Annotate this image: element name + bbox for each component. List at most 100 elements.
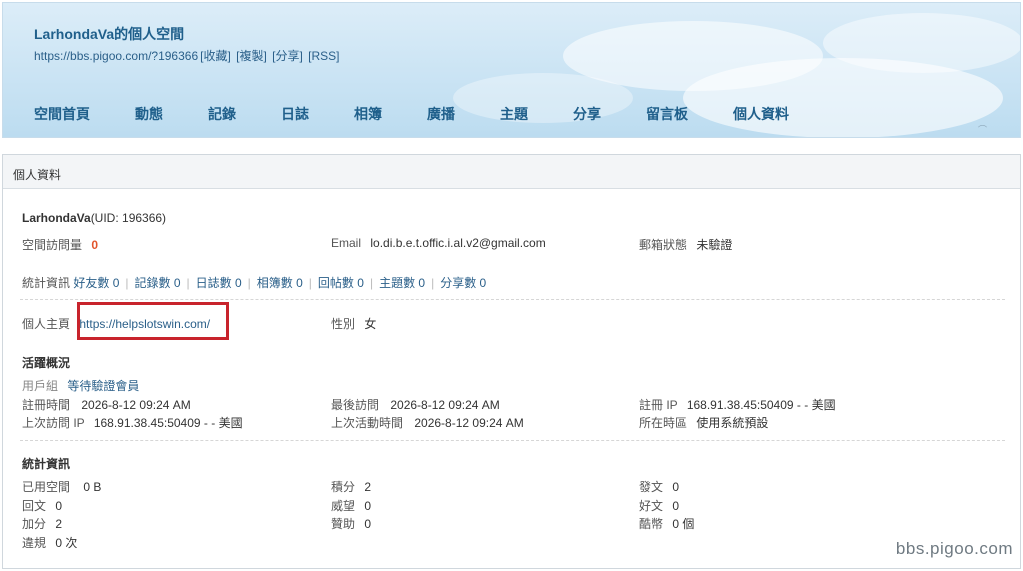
points-label: 積分 bbox=[331, 480, 356, 494]
albums-count-link[interactable]: 相簿數 0 bbox=[257, 276, 303, 290]
divider bbox=[20, 440, 1005, 441]
stats-title: 統計資訊 bbox=[22, 457, 71, 471]
bonus-value: 2 bbox=[55, 517, 63, 531]
sponsor-value: 0 bbox=[364, 517, 372, 531]
reg-time-row: 註冊時間 2026-8-12 09:24 AM bbox=[22, 396, 191, 413]
email-status-label: 郵箱狀態 bbox=[639, 238, 688, 252]
last-ip-row: 上次訪問 IP 168.91.38.45:50409 - - 美國 bbox=[22, 414, 243, 431]
email-row: Email lo.di.b.e.t.offic.i.al.v2@gmail.co… bbox=[331, 236, 546, 250]
rss-link[interactable]: [RSS] bbox=[308, 49, 339, 63]
panel-title: 個人資料 bbox=[3, 155, 1020, 189]
gender-value: 女 bbox=[364, 317, 377, 331]
group-link[interactable]: 等待驗證會員 bbox=[67, 379, 139, 393]
replies-label: 回文 bbox=[22, 499, 47, 513]
nav-records[interactable]: 記錄 bbox=[208, 104, 236, 124]
space-title[interactable]: LarhondaVa的個人空間 bbox=[34, 24, 184, 44]
sponsor-label: 贊助 bbox=[331, 517, 356, 531]
sponsor-row: 贊助 0 bbox=[331, 515, 371, 532]
bird-icon: ⌒ bbox=[978, 125, 988, 135]
space-url-line: https://bbs.pigoo.com/?196366 [收藏] [複製] [… bbox=[34, 47, 342, 64]
good-posts-value: 0 bbox=[672, 499, 680, 513]
reg-ip-value: 168.91.38.45:50409 - - 美國 bbox=[686, 398, 836, 412]
reg-time-value: 2026-8-12 09:24 AM bbox=[81, 398, 191, 412]
share-link[interactable]: [分享] bbox=[272, 49, 303, 63]
nav-broadcast[interactable]: 廣播 bbox=[427, 104, 455, 124]
replies-row: 回文 0 bbox=[22, 497, 62, 514]
username-line: LarhondaVa(UID: 196366) bbox=[22, 211, 166, 225]
blogs-count-link[interactable]: 日誌數 0 bbox=[196, 276, 242, 290]
timezone-row: 所在時區 使用系統預設 bbox=[639, 414, 768, 431]
good-posts-row: 好文 0 bbox=[639, 497, 679, 514]
violations-label: 違規 bbox=[22, 536, 47, 550]
last-active-label: 上次活動時間 bbox=[331, 416, 404, 430]
nav-home[interactable]: 空間首頁 bbox=[34, 104, 90, 124]
reg-time-label: 註冊時間 bbox=[22, 398, 71, 412]
visits-label: 空間訪問量 bbox=[22, 238, 83, 252]
email-status-value: 未驗證 bbox=[696, 238, 733, 252]
space-header: ⌒ LarhondaVa的個人空間 https://bbs.pigoo.com/… bbox=[2, 2, 1021, 138]
highlight-box bbox=[77, 302, 229, 340]
divider bbox=[20, 299, 1005, 300]
nav-guestbook[interactable]: 留言板 bbox=[646, 104, 688, 124]
gender-row: 性別 女 bbox=[331, 315, 376, 332]
space-nav: 空間首頁 動態 記錄 日誌 相簿 廣播 主題 分享 留言板 個人資料 bbox=[34, 104, 789, 124]
nav-threads[interactable]: 主題 bbox=[500, 104, 528, 124]
nav-feed[interactable]: 動態 bbox=[135, 104, 163, 124]
favorite-link[interactable]: [收藏] bbox=[200, 49, 231, 63]
gender-label: 性別 bbox=[331, 317, 356, 331]
violations-row: 違規 0 次 bbox=[22, 534, 77, 551]
nav-album[interactable]: 相簿 bbox=[354, 104, 382, 124]
group-label: 用戶組 bbox=[22, 379, 59, 393]
visits-row: 空間訪問量 0 bbox=[22, 236, 98, 253]
timezone-label: 所在時區 bbox=[639, 416, 688, 430]
replies-value: 0 bbox=[55, 499, 63, 513]
timezone-value: 使用系統預設 bbox=[696, 416, 769, 430]
bonus-label: 加分 bbox=[22, 517, 47, 531]
posts-label: 發文 bbox=[639, 480, 664, 494]
visits-value: 0 bbox=[91, 238, 99, 252]
records-count-link[interactable]: 記錄數 0 bbox=[135, 276, 181, 290]
stats-links-row: 統計資訊 好友數 0 | 記錄數 0 | 日誌數 0 | 相簿數 0 | 回帖數 0 | 主題數 0… bbox=[22, 276, 487, 290]
username: LarhondaVa bbox=[22, 211, 91, 225]
nav-share[interactable]: 分享 bbox=[573, 104, 601, 124]
email-status-row: 郵箱狀態 未驗證 bbox=[639, 236, 732, 253]
email-value: lo.di.b.e.t.offic.i.al.v2@gmail.com bbox=[370, 236, 546, 250]
points-value: 2 bbox=[364, 480, 372, 494]
violations-value: 0 次 bbox=[55, 536, 78, 550]
prestige-value: 0 bbox=[364, 499, 372, 513]
nav-profile[interactable]: 個人資料 bbox=[733, 104, 789, 124]
shares-count-link[interactable]: 分享數 0 bbox=[440, 276, 486, 290]
friends-count-link[interactable]: 好友數 0 bbox=[73, 276, 119, 290]
coins-label: 酷幣 bbox=[639, 517, 664, 531]
last-ip-label: 上次訪問 IP bbox=[22, 416, 85, 430]
points-row: 積分 2 bbox=[331, 478, 371, 495]
cloud-decoration bbox=[823, 13, 1020, 73]
watermark: bbs.pigoo.com bbox=[895, 539, 1013, 558]
space-value: 0 B bbox=[83, 480, 102, 494]
bonus-row: 加分 2 bbox=[22, 515, 62, 532]
group-row: 用戶組 等待驗證會員 bbox=[22, 377, 139, 394]
nav-blog[interactable]: 日誌 bbox=[281, 104, 309, 124]
space-label: 已用空間 bbox=[22, 480, 71, 494]
replies-count-link[interactable]: 回帖數 0 bbox=[318, 276, 364, 290]
coins-row: 酷幣 0 個 bbox=[639, 515, 694, 532]
coins-value: 0 個 bbox=[672, 517, 695, 531]
good-posts-label: 好文 bbox=[639, 499, 664, 513]
reg-ip-label: 註冊 IP bbox=[639, 398, 678, 412]
prestige-label: 威望 bbox=[331, 499, 356, 513]
last-visit-value: 2026-8-12 09:24 AM bbox=[390, 398, 500, 412]
activity-title: 活躍概況 bbox=[22, 356, 71, 370]
stats-label: 統計資訊 bbox=[22, 276, 71, 290]
last-visit-row: 最後訪問 2026-8-12 09:24 AM bbox=[331, 396, 500, 413]
copy-link[interactable]: [複製] bbox=[236, 49, 267, 63]
email-label: Email bbox=[331, 236, 362, 250]
space-url[interactable]: https://bbs.pigoo.com/?196366 bbox=[34, 49, 198, 63]
prestige-row: 威望 0 bbox=[331, 497, 371, 514]
space-row: 已用空間 0 B bbox=[22, 478, 101, 495]
last-visit-label: 最後訪問 bbox=[331, 398, 380, 412]
threads-count-link[interactable]: 主題數 0 bbox=[379, 276, 425, 290]
posts-row: 發文 0 bbox=[639, 478, 679, 495]
last-ip-value: 168.91.38.45:50409 - - 美國 bbox=[93, 416, 243, 430]
posts-value: 0 bbox=[672, 480, 680, 494]
homepage-label: 個人主頁 bbox=[22, 317, 71, 331]
